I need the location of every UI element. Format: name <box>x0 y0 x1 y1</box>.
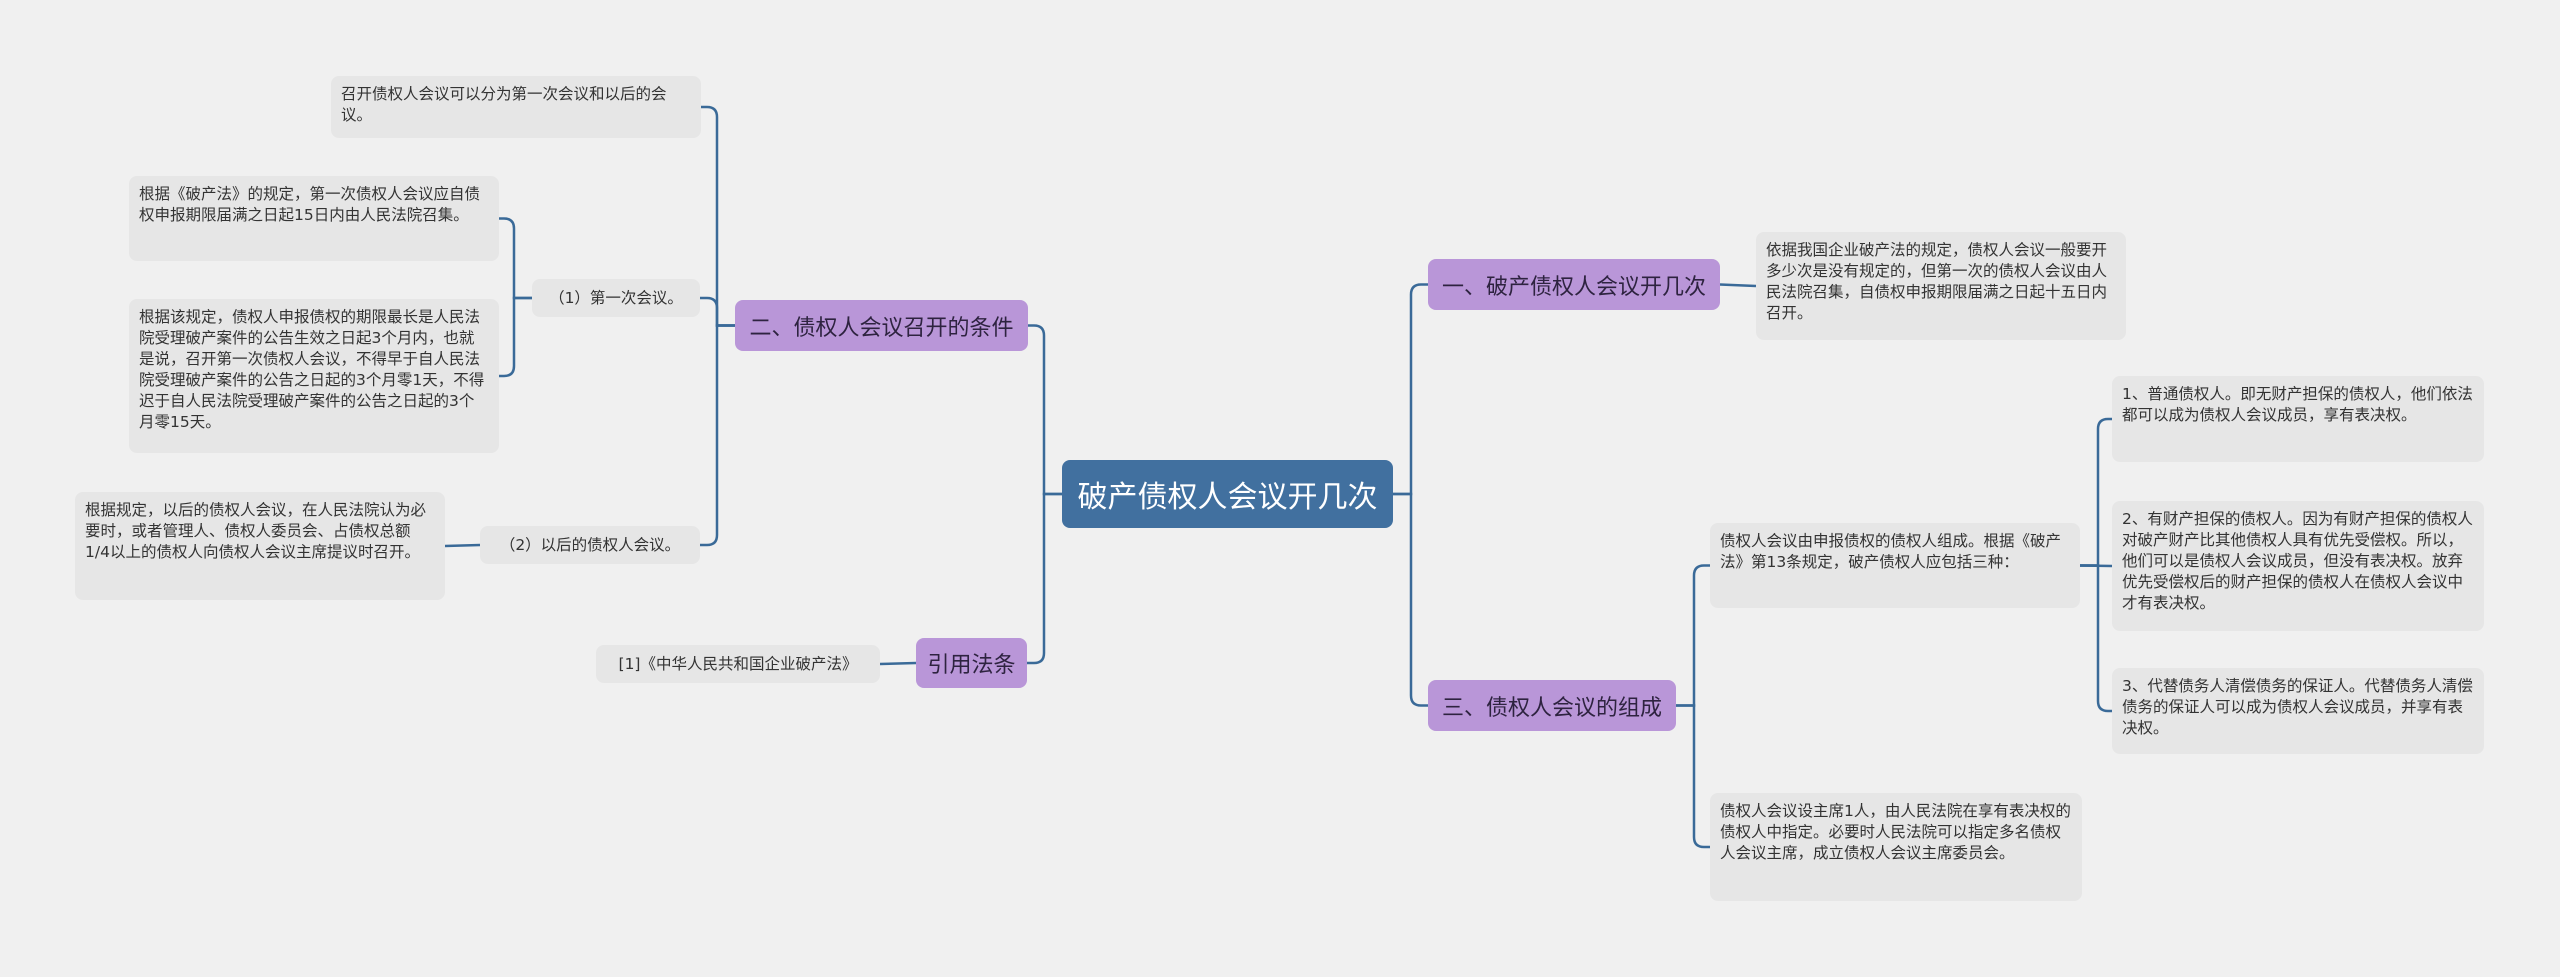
first-meeting-link-1 <box>499 296 532 378</box>
leaf-meeting-chair[interactable]: 债权人会议设主席1人，由人民法院在享有表决权的债权人中指定。必要时人民法院可以指… <box>1710 793 2082 901</box>
composition-link-2 <box>2080 564 2112 713</box>
leaf-composition-intro[interactable]: 债权人会议由申报债权的债权人组成。根据《破产法》第13条规定，破产债权人应包括三… <box>1710 523 2080 608</box>
leaf-first-meeting[interactable]: （1）第一次会议。 <box>532 279 700 317</box>
leaf-text: [1]《中华人民共和国企业破产法》 <box>618 654 858 673</box>
leaf-meeting-frequency-detail[interactable]: 依据我国企业破产法的规定，债权人会议一般要开多少次是没有规定的，但第一次的债权人… <box>1756 232 2126 340</box>
branch-label: 一、破产债权人会议开几次 <box>1441 274 1706 300</box>
first-meeting-link-0 <box>499 217 532 300</box>
leaf-text: 债权人会议设主席1人，由人民法院在享有表决权的债权人中指定。必要时人民法院可以指… <box>1720 802 2071 862</box>
leaf-text: 根据规定，以后的债权人会议，在人民法院认为必要时，或者管理人、债权人委员会、占债… <box>85 501 427 561</box>
root-right-link-1 <box>1393 492 1428 707</box>
branch2-link-0 <box>701 105 735 327</box>
branch-cited-laws[interactable]: 引用法条 <box>916 638 1027 688</box>
branch-label: 二、债权人会议召开的条件 <box>749 315 1014 341</box>
leaf-text: 召开债权人会议可以分为第一次会议和以后的会议。 <box>341 85 667 124</box>
branch-meeting-composition[interactable]: 三、债权人会议的组成 <box>1428 680 1676 731</box>
leaf-text: 根据《破产法》的规定，第一次债权人会议应自债权申报期限届满之日起15日内由人民法… <box>139 185 481 224</box>
leaf-secured-creditors[interactable]: 2、有财产担保的债权人。因为有财产担保的债权人对破产财产比其他债权人具有优先受偿… <box>2112 501 2484 631</box>
leaf-ordinary-creditors[interactable]: 1、普通债权人。即无财产担保的债权人，他们依法都可以成为债权人会议成员，享有表决… <box>2112 376 2484 462</box>
leaf-text: 根据该规定，债权人申报债权的期限最长是人民法院受理破产案件的公告生效之日起3个月… <box>139 308 485 431</box>
root-right-link-0 <box>1393 283 1428 496</box>
branch3-link-1 <box>1676 704 1710 849</box>
branch1-link-0 <box>1719 283 1757 288</box>
leaf-meeting-types[interactable]: 召开债权人会议可以分为第一次会议和以后的会议。 <box>331 76 701 138</box>
leaf-text: 3、代替债务人清偿债务的保证人。代替债务人清偿债务的保证人可以成为债权人会议成员… <box>2122 677 2473 737</box>
cited-link-0 <box>879 661 917 666</box>
leaf-text: 依据我国企业破产法的规定，债权人会议一般要开多少次是没有规定的，但第一次的债权人… <box>1766 241 2108 322</box>
branch-meeting-frequency[interactable]: 一、破产债权人会议开几次 <box>1428 259 1720 310</box>
leaf-text: 2、有财产担保的债权人。因为有财产担保的债权人对破产财产比其他债权人具有优先受偿… <box>2122 510 2473 612</box>
root-topic-label: 破产债权人会议开几次 <box>1077 480 1378 515</box>
leaf-later-meetings-rule[interactable]: 根据规定，以后的债权人会议，在人民法院认为必要时，或者管理人、债权人委员会、占债… <box>75 492 445 600</box>
root-left-link-1 <box>1027 492 1062 665</box>
leaf-later-meetings[interactable]: （2）以后的债权人会议。 <box>480 526 700 564</box>
leaf-guarantors[interactable]: 3、代替债务人清偿债务的保证人。代替债务人清偿债务的保证人可以成为债权人会议成员… <box>2112 668 2484 754</box>
branch2-link-2 <box>700 324 735 547</box>
branch3-link-0 <box>1676 564 1710 707</box>
leaf-text: 1、普通债权人。即无财产担保的债权人，他们依法都可以成为债权人会议成员，享有表决… <box>2122 385 2473 424</box>
leaf-cited-law[interactable]: [1]《中华人民共和国企业破产法》 <box>596 645 880 683</box>
root-topic[interactable]: 破产债权人会议开几次 <box>1062 460 1393 528</box>
leaf-first-meeting-rule[interactable]: 根据《破产法》的规定，第一次债权人会议应自债权申报期限届满之日起15日内由人民法… <box>129 176 499 261</box>
root-left-link-0 <box>1028 324 1062 496</box>
branch-label: 三、债权人会议的组成 <box>1441 695 1662 721</box>
branch-meeting-conditions[interactable]: 二、债权人会议召开的条件 <box>735 300 1028 351</box>
later-meetings-link-0 <box>444 543 481 548</box>
branch-label: 引用法条 <box>927 653 1016 678</box>
leaf-text: （1）第一次会议。 <box>549 288 683 307</box>
leaf-text: （2）以后的债权人会议。 <box>499 535 681 554</box>
leaf-first-meeting-deadline[interactable]: 根据该规定，债权人申报债权的期限最长是人民法院受理破产案件的公告生效之日起3个月… <box>129 299 499 453</box>
leaf-text: 债权人会议由申报债权的债权人组成。根据《破产法》第13条规定，破产债权人应包括三… <box>1720 532 2062 571</box>
composition-link-0 <box>2080 417 2112 567</box>
